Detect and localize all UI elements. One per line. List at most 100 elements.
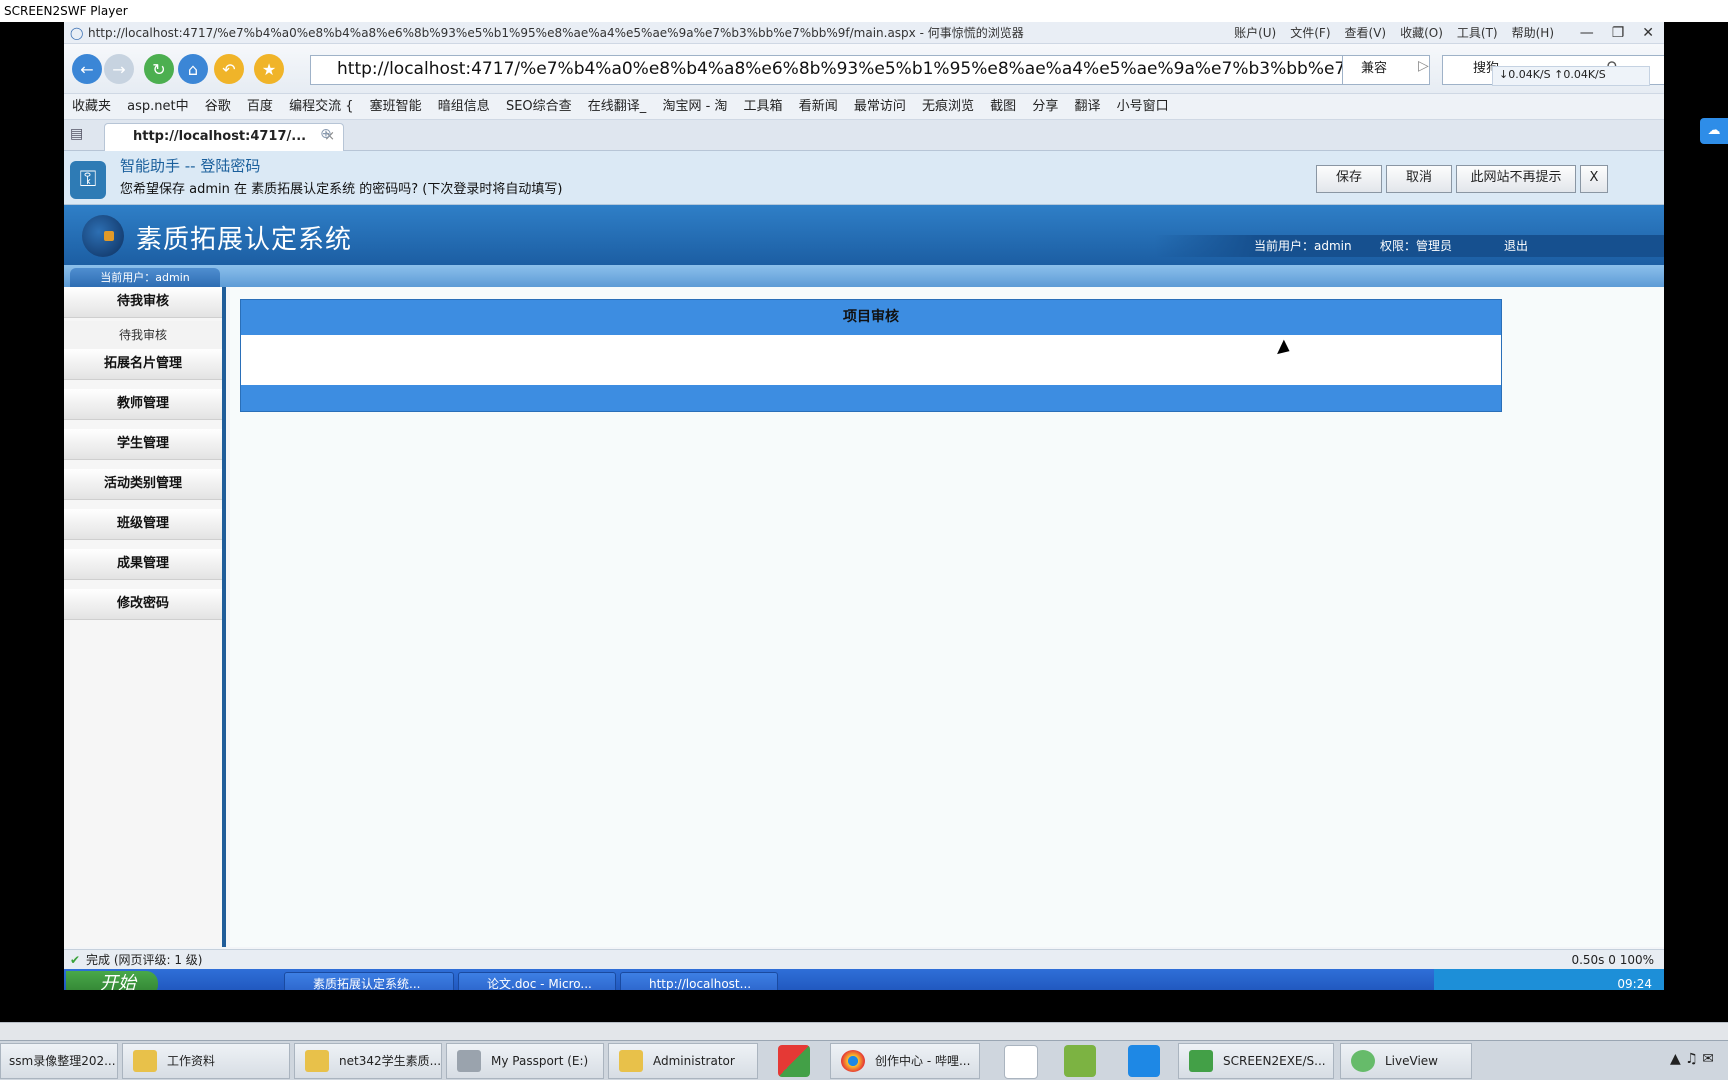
window-controls: — ❐ ✕ [1580,22,1654,44]
browser-logo-icon: ◯ [70,26,84,40]
taskbar-item-label: SCREEN2EXE/S... [1223,1054,1326,1068]
forward-icon[interactable]: → [104,54,134,84]
fav-item[interactable]: 编程交流 { [289,94,353,119]
logout-link[interactable]: 退出 [1504,235,1528,257]
current-user-label: 当前用户：admin [1254,239,1352,253]
taskbar-item-administrator[interactable]: Administrator [608,1043,758,1079]
tab-main[interactable]: http://localhost:4717/... × [104,123,344,152]
taskbar-item-screen2exe[interactable]: SCREEN2EXE/S... [1178,1043,1334,1079]
new-tab-icon[interactable]: ⊕ [320,126,332,142]
sidebar-subitem-pending-review[interactable]: 待我审核 [64,321,222,349]
drive-icon [457,1050,481,1072]
user-strip: 当前用户：admin [64,265,1664,287]
taskbar-item-browser[interactable]: http://localhost... [620,972,778,990]
tray-icons[interactable]: ▲ ♫ ✉ [1670,1051,1714,1067]
status-ok-icon: ✔ [70,953,81,967]
strip-current-user: 当前用户：admin [70,268,220,287]
fav-item[interactable]: 在线翻译_ [588,94,647,119]
fav-item[interactable]: 小号窗口 [1117,94,1169,119]
sidebar: 待我审核 待我审核 拓展名片管理 教师管理 学生管理 活动类别管理 班级管理 成… [64,287,226,947]
taskbar-item-chrome[interactable]: 创作中心 - 哔哩... [830,1043,980,1079]
folder-icon [133,1050,157,1072]
fav-item[interactable]: 最常访问 [854,94,906,119]
taskbar-item-doc[interactable]: 论文.doc - Micro... [458,972,616,990]
key-icon: ⚿ [70,161,106,199]
menu-view[interactable]: 查看(V) [1345,22,1387,44]
close-icon[interactable]: ✕ [1642,22,1654,44]
fav-item[interactable]: asp.net中 [127,94,188,119]
fav-item[interactable]: 工具箱 [744,94,783,119]
minimize-icon[interactable]: — [1580,22,1594,44]
sidebar-item-change-password[interactable]: 修改密码 [64,589,222,620]
navigation-toolbar: ← → ↻ ⌂ ↶ ★ http://localhost:4717/%e7%b4… [64,44,1664,94]
cancel-password-button[interactable]: 取消 [1386,165,1452,193]
player-title-bar: SCREEN2SWF Player [0,0,1728,22]
chrome-icon [841,1050,865,1072]
save-password-button[interactable]: 保存 [1316,165,1382,193]
fav-item[interactable]: SEO综合查 [506,94,572,119]
taskbar-item-work[interactable]: 工作资料 [122,1043,290,1079]
undo-icon[interactable]: ↶ [214,54,244,84]
sidebar-item-student-management[interactable]: 学生管理 [64,429,222,460]
fav-item[interactable]: 无痕浏览 [922,94,974,119]
tab-bar: ▤ http://localhost:4717/... × ⊕ [64,120,1664,152]
notepad-icon[interactable] [1064,1045,1096,1077]
sidebar-item-pending-review[interactable]: 待我审核 [64,287,222,318]
menu-help[interactable]: 帮助(H) [1512,22,1554,44]
fav-item[interactable]: 翻译 [1074,94,1100,119]
menu-tools[interactable]: 工具(T) [1457,22,1498,44]
floating-share-icon[interactable]: ☁ [1700,118,1728,144]
fav-item[interactable]: 百度 [247,94,273,119]
password-save-bar: ⚿ 智能助手 -- 登陆密码 您希望保存 admin 在 素质拓展认定系统 的密… [64,151,1664,205]
restore-icon[interactable]: ❐ [1612,22,1625,44]
screen2exe-icon [1189,1050,1213,1072]
sidebar-toggle-icon[interactable]: ▤ [70,126,83,142]
sidebar-item-activity-category[interactable]: 活动类别管理 [64,469,222,500]
browser-status-bar: ✔ 完成 (网页评级: 1 级) 0.50s 0 100% [64,949,1664,969]
menu-file[interactable]: 文件(F) [1290,22,1330,44]
tab-title: http://localhost:4717/... [133,129,307,144]
home-icon[interactable]: ⌂ [178,54,208,84]
address-bar[interactable]: http://localhost:4717/%e7%b4%a0%e8%b4%a8… [310,55,1358,85]
main-content: 项目审核 [230,287,1664,947]
taskbar-item-ssm[interactable]: ssm录像整理202... [0,1043,118,1079]
browser-window: ◯ http://localhost:4717/%e7%b4%a0%e8%b4%… [64,22,1664,990]
sidebar-item-class-management[interactable]: 班级管理 [64,509,222,540]
compat-mode-button[interactable]: 兼容 [1342,55,1430,85]
fav-item[interactable]: 暗组信息 [438,94,490,119]
fav-item[interactable]: 塞班智能 [370,94,422,119]
start-button[interactable]: 开始 [66,971,158,990]
menu-favorites[interactable]: 收藏(O) [1400,22,1443,44]
menu-bar: 账户(U) 文件(F) 查看(V) 收藏(O) 工具(T) 帮助(H) [1234,22,1554,44]
fav-item[interactable]: 分享 [1032,94,1058,119]
sidebar-item-achievement-management[interactable]: 成果管理 [64,549,222,580]
taskbar-item-passport[interactable]: My Passport (E:) [446,1043,604,1079]
fav-item[interactable]: 淘宝网 - 淘 [662,94,727,119]
sidebar-item-teacher-management[interactable]: 教师管理 [64,389,222,420]
list-app-icon[interactable] [1128,1045,1160,1077]
app-launcher-icon[interactable] [778,1045,810,1077]
favorite-star-icon[interactable]: ★ [254,54,284,84]
close-bar-button[interactable]: X [1580,165,1608,193]
taskbar-item-label: My Passport (E:) [491,1054,589,1068]
cloud-app-icon[interactable] [1004,1045,1038,1079]
sidebar-item-card-management[interactable]: 拓展名片管理 [64,349,222,380]
fav-item[interactable]: 看新闻 [799,94,838,119]
fav-item[interactable]: 收藏夹 [72,94,111,119]
taskbar-item-liveview[interactable]: LiveView [1340,1043,1472,1079]
role-label: 权限：管理员 [1380,239,1453,253]
refresh-icon[interactable]: ↻ [144,54,174,84]
back-icon[interactable]: ← [72,54,102,84]
browser-title-bar: ◯ http://localhost:4717/%e7%b4%a0%e8%b4%… [64,22,1664,44]
taskbar-item-net342[interactable]: net342学生素质... [294,1043,442,1079]
window-title: http://localhost:4717/%e7%b4%a0%e8%b4%a8… [88,26,1024,40]
fav-item[interactable]: 截图 [990,94,1016,119]
go-icon[interactable]: ▷ [1418,58,1429,74]
never-remind-button[interactable]: 此网站不再提示 [1456,165,1576,193]
inner-taskbar: 开始 素质拓展认定系统... 论文.doc - Micro... http://… [64,969,1664,990]
fav-item[interactable]: 谷歌 [205,94,231,119]
folder-icon [305,1050,329,1072]
menu-account[interactable]: 账户(U) [1234,22,1276,44]
taskbar-item-app[interactable]: 素质拓展认定系统... [284,972,454,990]
taskbar-item-label: net342学生素质... [339,1054,442,1068]
